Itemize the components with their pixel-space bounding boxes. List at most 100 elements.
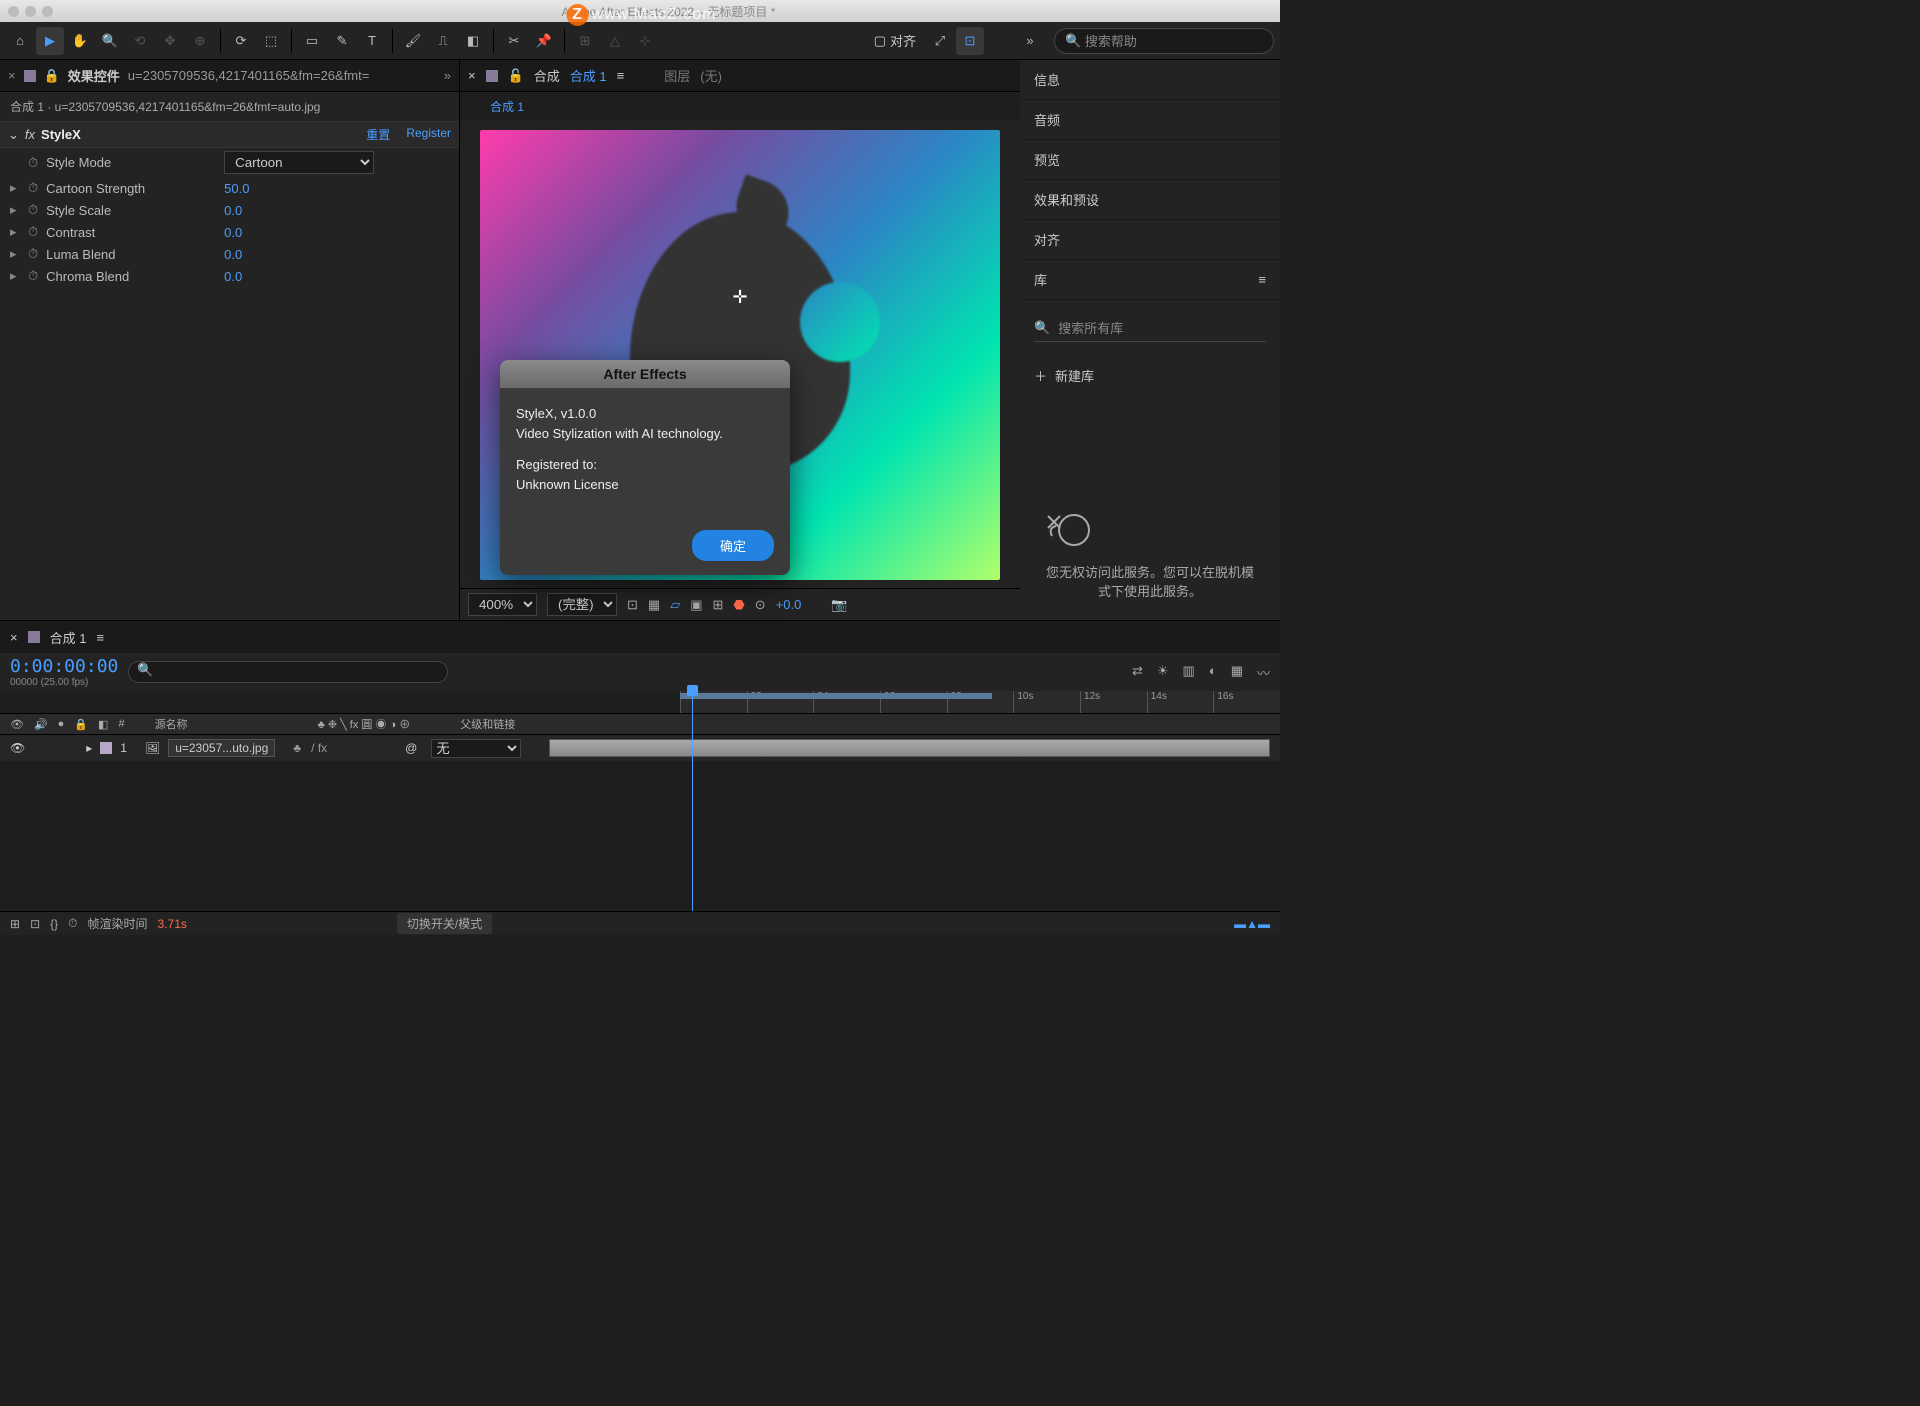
stopwatch-icon[interactable]: ⏱ bbox=[28, 180, 38, 196]
comp-tab-label[interactable]: 合成 bbox=[534, 66, 560, 85]
disclosure-icon[interactable]: ⌄ bbox=[8, 127, 19, 143]
parent-header[interactable]: 父级和链接 bbox=[460, 716, 515, 732]
prop-value[interactable]: 0.0 bbox=[224, 269, 242, 284]
prop-value[interactable]: 0.0 bbox=[224, 225, 242, 240]
zoom-slider-icon[interactable]: ▬▲▬ bbox=[1234, 917, 1270, 931]
ok-button[interactable]: 确定 bbox=[692, 530, 774, 561]
disclosure-icon[interactable]: ▸ bbox=[10, 246, 20, 262]
tab-menu-icon[interactable]: ≡ bbox=[617, 68, 625, 83]
pen-tool-icon[interactable]: ✎ bbox=[328, 27, 356, 55]
exposure-value[interactable]: +0.0 bbox=[776, 597, 802, 612]
layer-switches[interactable]: ♣ / fx bbox=[293, 741, 327, 755]
rotate-tool-icon[interactable]: ⟳ bbox=[227, 27, 255, 55]
disclosure-icon[interactable]: ▸ bbox=[10, 180, 20, 196]
disclosure-icon[interactable]: ▸ bbox=[86, 741, 92, 755]
home-icon[interactable]: ⌂ bbox=[6, 27, 34, 55]
comp-tab-name[interactable]: 合成 1 bbox=[570, 66, 607, 85]
layer-tab-label[interactable]: 图层 bbox=[664, 66, 690, 85]
text-tool-icon[interactable]: T bbox=[358, 27, 386, 55]
prop-value[interactable]: 50.0 bbox=[224, 181, 249, 196]
effect-header[interactable]: ⌄ fx StyleX 重置 Register bbox=[0, 122, 459, 148]
reset-link[interactable]: 重置 bbox=[366, 126, 390, 143]
pickwhip-icon[interactable]: @ bbox=[405, 741, 417, 755]
comp-breadcrumb[interactable]: 合成 1 bbox=[460, 92, 1020, 121]
panel-align[interactable]: 对齐 bbox=[1020, 220, 1280, 260]
overflow-icon[interactable]: » bbox=[1016, 27, 1044, 55]
playhead[interactable] bbox=[692, 691, 693, 911]
panel-effects-presets[interactable]: 效果和预设 bbox=[1020, 180, 1280, 220]
mask-visibility-icon[interactable]: ▱ bbox=[670, 597, 680, 613]
tab-menu-icon[interactable]: ≡ bbox=[96, 630, 104, 645]
label-column-icon[interactable]: ◧ bbox=[98, 718, 108, 731]
lock-icon[interactable]: 🔓 bbox=[508, 68, 524, 84]
motion-blur-icon[interactable]: ▦ bbox=[1231, 663, 1243, 682]
stopwatch-icon[interactable]: ⏱ bbox=[28, 224, 38, 240]
current-timecode[interactable]: 0:00:00:00 bbox=[10, 656, 118, 677]
prop-value[interactable]: 0.0 bbox=[224, 203, 242, 218]
hand-tool-icon[interactable]: ✋ bbox=[66, 27, 94, 55]
panel-menu-icon[interactable]: » bbox=[444, 68, 451, 83]
shape-tool-icon[interactable]: ▭ bbox=[298, 27, 326, 55]
roto-tool-icon[interactable]: ✂ bbox=[500, 27, 528, 55]
prop-value[interactable]: 0.0 bbox=[224, 247, 242, 262]
toggle-in-out-icon[interactable]: {} bbox=[50, 917, 58, 931]
panel-menu-icon[interactable]: ≡ bbox=[1258, 272, 1266, 287]
source-name-header[interactable]: 源名称 bbox=[155, 716, 188, 732]
brush-tool-icon[interactable]: 🖌 bbox=[399, 27, 427, 55]
graph-editor-icon[interactable]: 〰 bbox=[1257, 663, 1270, 682]
timeline-tab[interactable]: 合成 1 bbox=[50, 628, 87, 647]
layer-row[interactable]: 👁 ▸ 1 🖼 u=23057...uto.jpg ♣ / fx @ 无 bbox=[0, 735, 1280, 761]
parent-select[interactable]: 无 bbox=[431, 739, 521, 758]
stamp-tool-icon[interactable]: ⎍ bbox=[429, 27, 457, 55]
grid-snap-icon[interactable]: ⊡ bbox=[956, 27, 984, 55]
layer-color-icon[interactable] bbox=[100, 742, 112, 754]
zoom-select[interactable]: 400% bbox=[468, 593, 537, 616]
dolly-tool-icon[interactable]: ⊕ bbox=[186, 27, 214, 55]
selection-tool-icon[interactable]: ▶ bbox=[36, 27, 64, 55]
pan-tool-icon[interactable]: ✥ bbox=[156, 27, 184, 55]
fx-badge-icon[interactable]: fx bbox=[25, 127, 35, 142]
close-tab-icon[interactable]: × bbox=[468, 68, 476, 83]
zoom-tool-icon[interactable]: 🔍 bbox=[96, 27, 124, 55]
orbit-tool-icon[interactable]: ⟲ bbox=[126, 27, 154, 55]
frame-blend-icon[interactable]: ◐ bbox=[1209, 663, 1217, 682]
stopwatch-icon[interactable]: ⏱ bbox=[28, 202, 38, 218]
toggle-switches-modes-button[interactable]: 切换开关/模式 bbox=[397, 913, 492, 934]
layer-name[interactable]: u=23057...uto.jpg bbox=[168, 739, 275, 757]
audio-column-icon[interactable]: 🔊 bbox=[34, 718, 48, 731]
disclosure-icon[interactable]: ▸ bbox=[10, 202, 20, 218]
panel-preview[interactable]: 预览 bbox=[1020, 140, 1280, 180]
toggle-modes-icon[interactable]: ⊡ bbox=[30, 917, 40, 931]
transparency-grid-icon[interactable]: ▦ bbox=[648, 597, 660, 613]
render-time-icon[interactable]: ⏱ bbox=[68, 916, 77, 931]
panel-libraries[interactable]: 库≡ bbox=[1020, 260, 1280, 300]
fast-preview-icon[interactable]: ⊡ bbox=[627, 597, 638, 613]
panel-audio[interactable]: 音频 bbox=[1020, 100, 1280, 140]
stopwatch-icon[interactable]: ⏱ bbox=[28, 155, 38, 171]
solo-column-icon[interactable]: ● bbox=[58, 718, 65, 730]
draft3d-icon[interactable]: ☀ bbox=[1157, 663, 1169, 682]
stopwatch-icon[interactable]: ⏱ bbox=[28, 246, 38, 262]
channel-icon[interactable]: ⬣ bbox=[733, 597, 744, 613]
layer-duration-bar[interactable] bbox=[549, 739, 1270, 757]
eye-icon[interactable]: 👁 bbox=[10, 741, 25, 755]
comp-flowchart-icon[interactable]: ⇄ bbox=[1132, 663, 1143, 682]
rect-mask-icon[interactable]: ⬚ bbox=[257, 27, 285, 55]
close-tab-icon[interactable]: × bbox=[8, 68, 16, 83]
guides-icon[interactable]: ⊞ bbox=[713, 597, 724, 613]
collapse-icon[interactable]: ⤢ bbox=[926, 27, 954, 55]
eraser-tool-icon[interactable]: ◧ bbox=[459, 27, 487, 55]
puppet-tool-icon[interactable]: 📌 bbox=[530, 27, 558, 55]
register-link[interactable]: Register bbox=[406, 126, 451, 143]
library-search-input[interactable]: 🔍 搜索所有库 bbox=[1034, 314, 1266, 342]
time-ruler[interactable]: :00s 02s 04s 06s 08s 10s 12s 14s 16s bbox=[680, 691, 1280, 713]
timeline-search-input[interactable]: 🔍 bbox=[128, 661, 448, 683]
toggle-switches-icon[interactable]: ⊞ bbox=[10, 917, 20, 931]
disclosure-icon[interactable]: ▸ bbox=[10, 224, 20, 240]
snap-toggle[interactable]: ▢ 对齐 bbox=[866, 31, 924, 50]
close-tab-icon[interactable]: × bbox=[10, 630, 18, 645]
disclosure-icon[interactable]: ▸ bbox=[10, 268, 20, 284]
style-mode-select[interactable]: Cartoon bbox=[224, 151, 374, 174]
search-help-input[interactable]: 🔍 搜索帮助 bbox=[1054, 28, 1274, 54]
region-icon[interactable]: ▣ bbox=[690, 597, 702, 613]
